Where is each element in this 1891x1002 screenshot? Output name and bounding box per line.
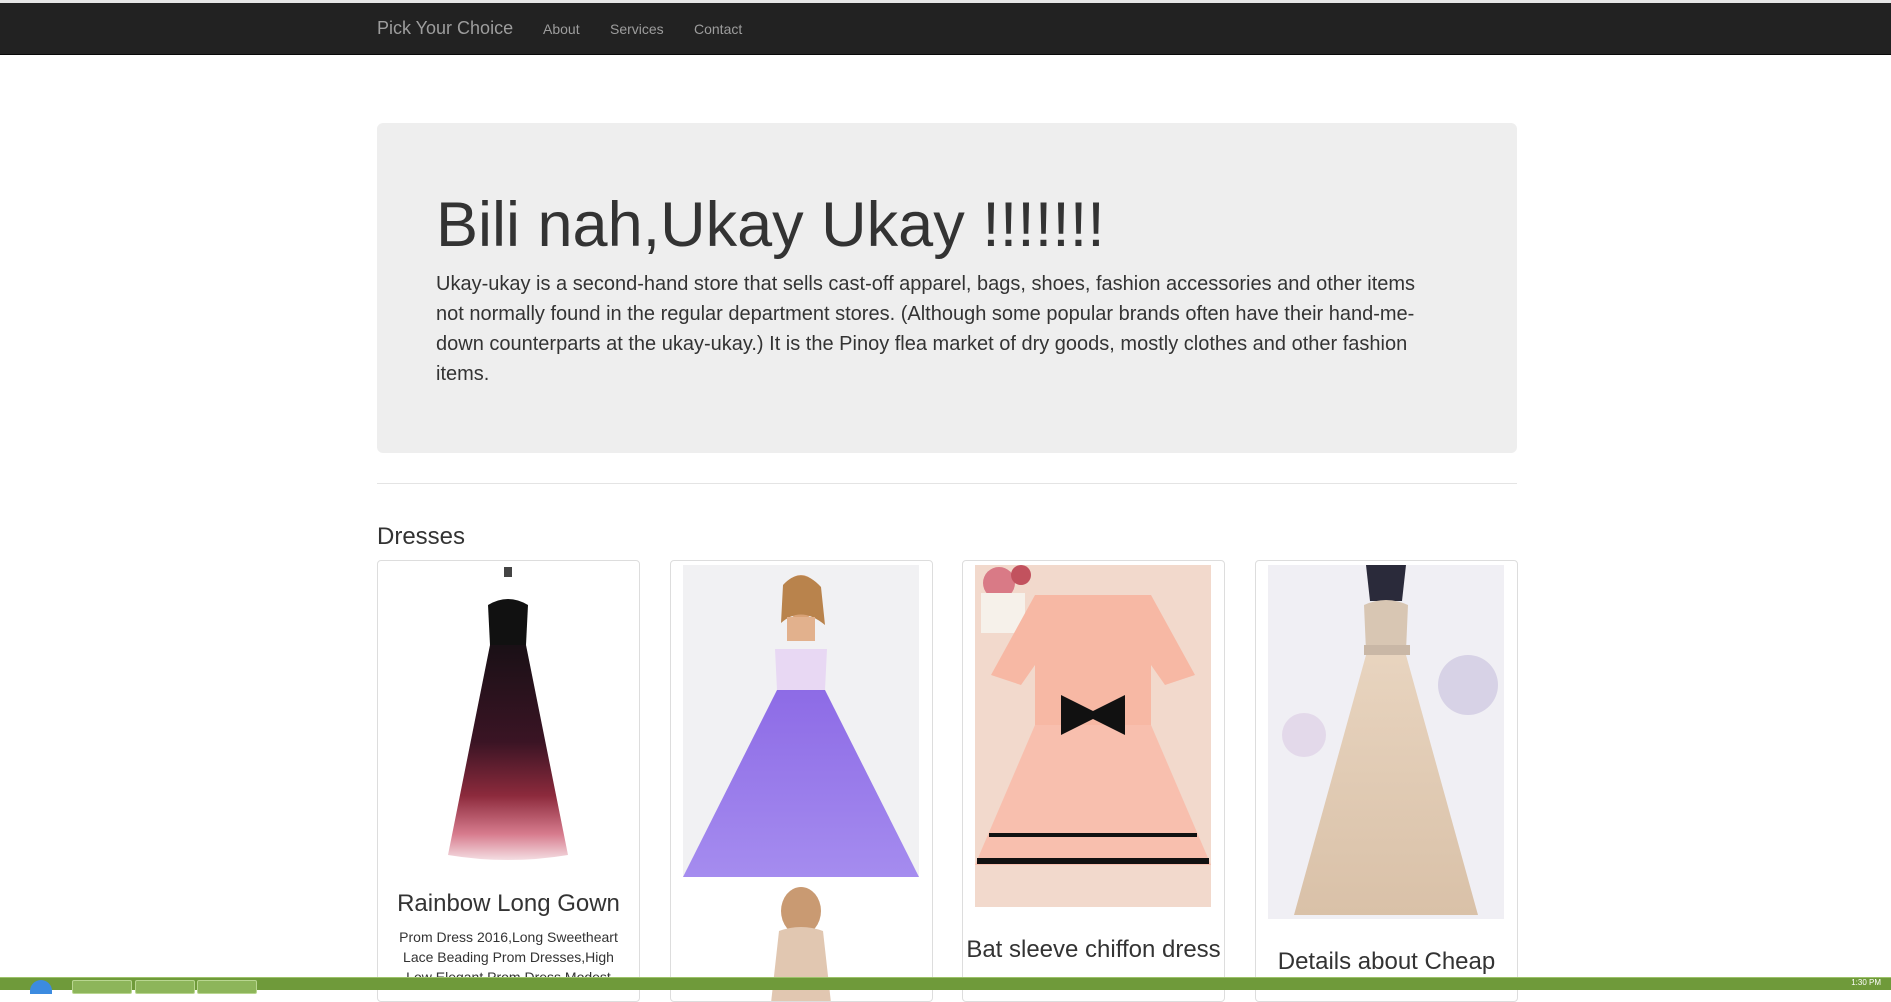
product-image-rainbow-gown[interactable]	[418, 565, 598, 865]
product-image-champagne-gown[interactable]	[1268, 565, 1504, 919]
product-image-lavender-gown[interactable]	[683, 565, 919, 877]
hero-jumbotron: Bili nah,Ukay Ukay !!!!!!! Ukay-ukay is …	[377, 123, 1517, 453]
nav-link-contact[interactable]: Contact	[694, 21, 742, 37]
hero-description: Ukay-ukay is a second-hand store that se…	[436, 273, 1416, 385]
taskbar-clock[interactable]: 1:30 PM	[1851, 978, 1881, 987]
start-button-icon[interactable]	[30, 980, 52, 994]
taskbar-app-chrome-icon[interactable]	[72, 980, 132, 994]
hero-heading: Bili nah,Ukay Ukay !!!!!!!	[436, 190, 1105, 260]
product-image-peach-dress[interactable]	[975, 565, 1211, 907]
product-title: Rainbow Long Gown	[397, 890, 620, 917]
taskbar-app-editor-icon[interactable]	[197, 980, 257, 994]
product-card-rainbow-gown[interactable]: Rainbow Long Gown Prom Dress 2016,Long S…	[377, 560, 640, 1002]
nav-link-about[interactable]: About	[543, 21, 580, 37]
section-title-dresses: Dresses	[377, 523, 466, 550]
navbar-brand-link[interactable]: Pick Your Choice	[377, 18, 513, 39]
os-taskbar: 1:30 PM	[0, 977, 1891, 994]
product-card-peach-dress[interactable]: Bat sleeve chiffon dress	[962, 560, 1225, 1002]
nav-link-services[interactable]: Services	[610, 21, 664, 37]
product-title: Bat sleeve chiffon dress	[966, 936, 1221, 963]
product-card-champagne-gown[interactable]: Details about Cheap	[1255, 560, 1518, 1002]
product-title: Details about Cheap	[1277, 948, 1496, 975]
product-card-lavender-gown[interactable]	[670, 560, 933, 1002]
top-navbar: Pick Your Choice About Services Contact	[0, 3, 1891, 55]
taskbar-app-explorer-icon[interactable]	[135, 980, 195, 994]
section-divider	[377, 483, 1517, 484]
